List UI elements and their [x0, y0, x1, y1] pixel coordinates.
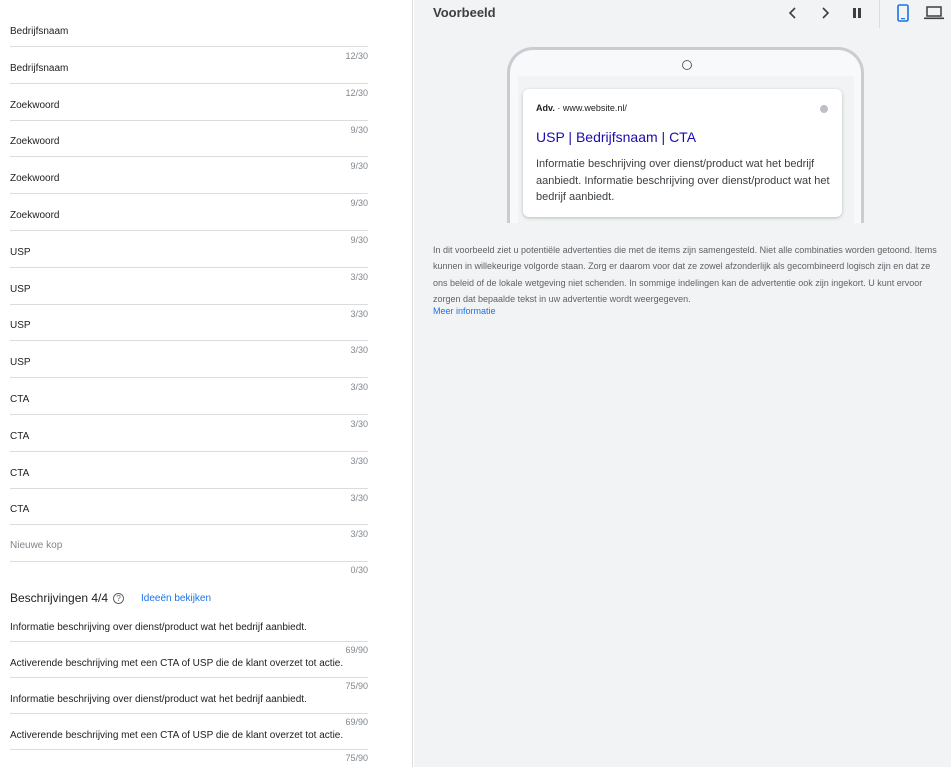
field-underline [10, 414, 368, 415]
ad-meta: Adv. · www.website.nl/ [536, 103, 627, 113]
headline-field[interactable]: USP 3/30 [10, 284, 368, 322]
headline-input[interactable]: CTA [10, 468, 29, 479]
field-underline [10, 487, 368, 489]
phone-mockup: Adv. · www.website.nl/ USP | Bedrijfsnaa… [507, 47, 864, 223]
field-underline [10, 303, 368, 305]
headline-field[interactable]: Bedrijfsnaam 12/30 [10, 63, 368, 101]
headline-field[interactable]: CTA 3/30 [10, 394, 368, 432]
headline-field[interactable]: Zoekwoord 9/30 [10, 100, 368, 138]
toolbar-divider [879, 0, 880, 28]
headline-input[interactable]: USP [10, 284, 31, 295]
field-underline [10, 713, 368, 714]
field-underline [10, 340, 368, 342]
pause-icon[interactable] [847, 3, 867, 23]
preview-title: Voorbeeld [433, 5, 496, 20]
description-input[interactable]: Activerende beschrijving met een CTA of … [10, 658, 343, 669]
field-underline [10, 119, 368, 121]
headline-input[interactable]: CTA [10, 504, 29, 515]
headline-input[interactable]: Zoekwoord [10, 210, 59, 221]
field-underline [10, 524, 368, 526]
char-counter: 9/30 [350, 198, 368, 209]
ad-url: · www.website.nl/ [557, 103, 627, 113]
descriptions-title: Beschrijvingen 4/4 [10, 591, 109, 605]
char-counter: 3/30 [350, 455, 368, 466]
asset-editor-panel: Bedrijfsnaam 12/30 Bedrijfsnaam 12/30 Zoekwo… [0, 0, 413, 767]
char-counter: 12/30 [345, 87, 368, 98]
headline-input[interactable]: USP [10, 357, 31, 368]
headline-field[interactable]: CTA 3/30 [10, 468, 368, 506]
headline-input[interactable]: USP [10, 247, 31, 258]
headline-input[interactable]: USP [10, 320, 31, 331]
headline-input[interactable]: Bedrijfsnaam [10, 26, 68, 37]
new-headline-field[interactable]: Nieuwe kop 0/30 [10, 537, 368, 577]
ideas-link[interactable]: Ideeën bekijken [141, 593, 211, 604]
char-counter: 3/30 [350, 382, 368, 393]
description-input[interactable]: Informatie beschrijving over dienst/prod… [10, 694, 307, 705]
headline-input[interactable]: Zoekwoord [10, 136, 59, 147]
field-underline [10, 156, 368, 158]
field-underline [10, 450, 368, 452]
headline-field[interactable]: USP 3/30 [10, 320, 368, 358]
ad-preview-card: Adv. · www.website.nl/ USP | Bedrijfsnaa… [523, 89, 842, 217]
headline-field[interactable]: CTA 3/30 [10, 431, 368, 469]
more-info-link[interactable]: Meer informatie [433, 306, 496, 316]
headline-field[interactable]: Zoekwoord 9/30 [10, 210, 368, 248]
field-underline [10, 230, 368, 231]
char-counter: 9/30 [350, 161, 368, 172]
field-underline [10, 46, 368, 47]
mobile-icon[interactable] [893, 3, 913, 23]
headline-input[interactable]: Bedrijfsnaam [10, 63, 68, 74]
char-counter: 75/90 [345, 753, 368, 763]
field-underline [10, 82, 368, 84]
description-field[interactable]: Activerende beschrijving met een CTA of … [10, 730, 368, 766]
description-field[interactable]: Informatie beschrijving over dienst/prod… [10, 622, 368, 658]
description-input[interactable]: Activerende beschrijving met een CTA of … [10, 730, 343, 741]
new-headline-input[interactable]: Nieuwe kop [10, 540, 62, 551]
char-counter: 69/90 [345, 717, 368, 727]
headline-input[interactable]: CTA [10, 431, 29, 442]
chevron-left-icon[interactable] [783, 3, 803, 23]
headline-field[interactable]: USP 3/30 [10, 357, 368, 395]
headline-input[interactable]: CTA [10, 394, 29, 405]
info-dot-icon [820, 105, 828, 113]
headline-field[interactable]: Zoekwoord 9/30 [10, 173, 368, 211]
field-underline [10, 677, 368, 678]
headline-input[interactable]: Zoekwoord [10, 173, 59, 184]
field-underline [10, 377, 368, 379]
headline-field[interactable]: USP 3/30 [10, 247, 368, 285]
headline-input[interactable]: Zoekwoord [10, 100, 59, 111]
char-counter: 9/30 [350, 124, 368, 135]
field-underline [10, 749, 368, 750]
char-counter: 0/30 [350, 565, 368, 575]
preview-panel: Voorbeeld Adv. · www.website.nl/ USP | B… [414, 0, 951, 767]
laptop-icon[interactable] [924, 3, 944, 23]
description-field[interactable]: Informatie beschrijving over dienst/prod… [10, 694, 368, 730]
field-underline [10, 193, 368, 195]
char-counter: 3/30 [350, 308, 368, 319]
char-counter: 75/90 [345, 681, 368, 691]
char-counter: 3/30 [350, 492, 368, 503]
descriptions-heading: Beschrijvingen 4/4 ? [10, 591, 125, 605]
char-counter: 69/90 [345, 645, 368, 655]
field-underline [10, 266, 368, 268]
field-underline [10, 561, 368, 562]
ad-description: Informatie beschrijving over dienst/prod… [536, 158, 830, 203]
description-input[interactable]: Informatie beschrijving over dienst/prod… [10, 622, 307, 633]
char-counter: 9/30 [350, 235, 368, 245]
headline-field[interactable]: Bedrijfsnaam 12/30 [10, 26, 368, 64]
char-counter: 12/30 [345, 51, 368, 61]
chevron-right-icon[interactable] [815, 3, 835, 23]
char-counter: 3/30 [350, 419, 368, 429]
description-field[interactable]: Activerende beschrijving met een CTA of … [10, 658, 368, 694]
field-underline [10, 641, 368, 642]
headline-field[interactable]: Zoekwoord 9/30 [10, 136, 368, 174]
ad-headline[interactable]: USP | Bedrijfsnaam | CTA [536, 129, 696, 145]
char-counter: 3/30 [350, 345, 368, 356]
camera-icon [682, 60, 692, 70]
phone-screen: Adv. · www.website.nl/ USP | Bedrijfsnaa… [518, 76, 854, 223]
char-counter: 3/30 [350, 271, 368, 282]
ad-label: Adv. [536, 103, 555, 113]
preview-info-text: In dit voorbeeld ziet u potentiële adver… [433, 245, 937, 304]
help-icon[interactable]: ? [113, 592, 125, 604]
